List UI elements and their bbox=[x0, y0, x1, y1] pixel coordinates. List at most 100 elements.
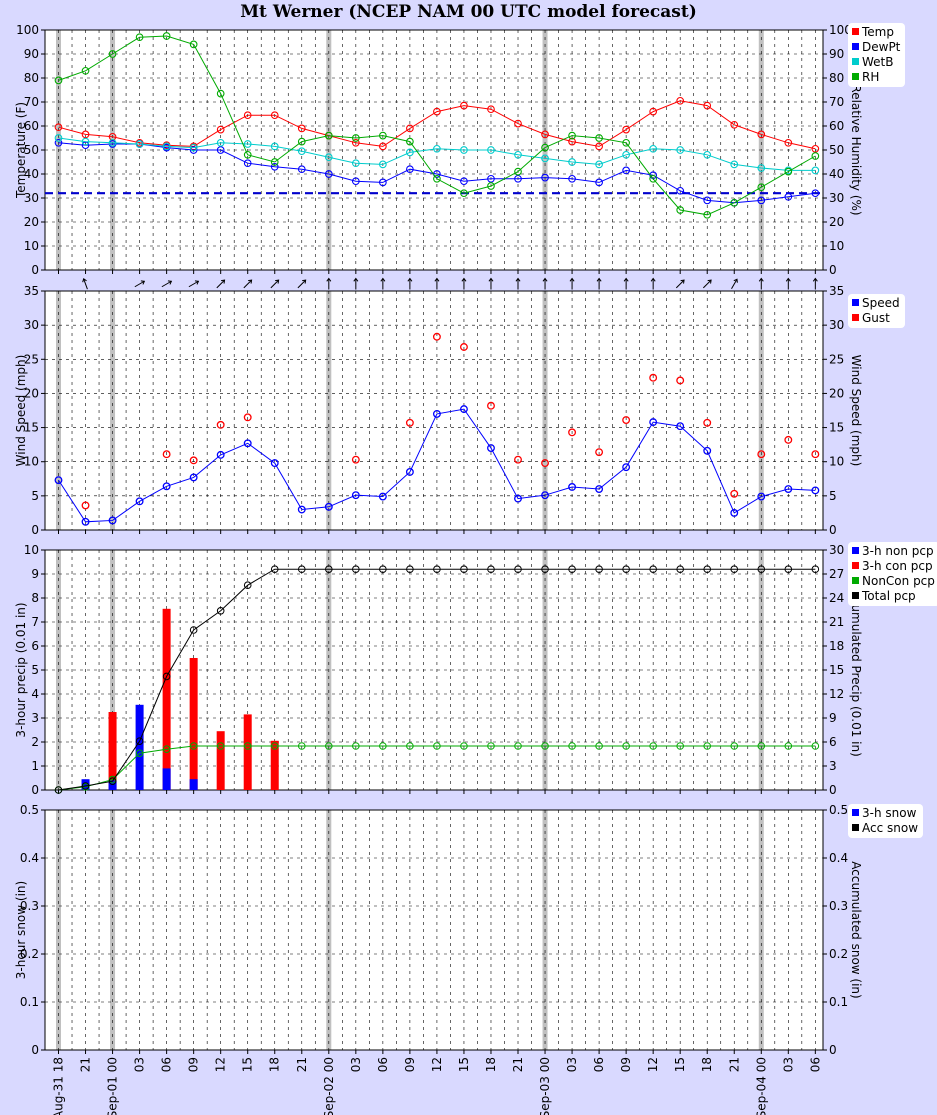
y-axis-label: Temperature (F) bbox=[14, 102, 28, 199]
wind-direction-arrow bbox=[623, 277, 629, 290]
panel-wind: 0510152025303505101520253035Wind Speed (… bbox=[14, 284, 863, 537]
wind-direction-arrow bbox=[216, 279, 226, 289]
right-tick-label: 24 bbox=[829, 591, 844, 605]
left-tick-label: 0.4 bbox=[20, 851, 39, 865]
hour-label: 03 bbox=[565, 1057, 579, 1072]
hour-label: 21 bbox=[79, 1057, 93, 1072]
wind-direction-arrow bbox=[161, 280, 173, 288]
legend-label: RH bbox=[862, 70, 880, 84]
hour-label: 12 bbox=[214, 1057, 228, 1072]
right-tick-label: 30 bbox=[829, 543, 844, 557]
left-tick-label: 0 bbox=[31, 1043, 39, 1057]
wind-arrow-shaft bbox=[675, 279, 685, 289]
right-tick-label: 80 bbox=[829, 71, 844, 85]
y-axis-label: 3-hour snow (in) bbox=[14, 881, 28, 979]
wind-arrow-shaft bbox=[297, 279, 307, 289]
date-hour-label: Sep-02 00 bbox=[322, 1057, 336, 1115]
left-tick-label: 10 bbox=[24, 239, 39, 253]
legend-label: NonCon pcp bbox=[862, 574, 935, 588]
wind-direction-arrow bbox=[326, 277, 332, 290]
legend-precip: 3-h non pcp 3-h con pcp NonCon pcp Total pc… bbox=[848, 542, 937, 606]
wind-direction-arrow bbox=[188, 280, 200, 288]
bar-3h-non-pcp bbox=[162, 768, 171, 790]
date-hour-label: Sep-01 00 bbox=[106, 1057, 120, 1115]
hour-label: 06 bbox=[592, 1057, 606, 1072]
bar-3h-con-pcp bbox=[216, 731, 225, 790]
right-tick-label: 20 bbox=[829, 386, 844, 400]
hour-label: 21 bbox=[511, 1057, 525, 1072]
date-hour-label: Aug-31 18 bbox=[52, 1057, 66, 1115]
hour-label: 09 bbox=[403, 1057, 417, 1072]
legend-swatch bbox=[852, 43, 859, 50]
right-tick-label: 5 bbox=[829, 489, 837, 503]
left-tick-label: 8 bbox=[31, 591, 39, 605]
hour-label: 03 bbox=[349, 1057, 363, 1072]
left-tick-label: 2 bbox=[31, 735, 39, 749]
wind-arrow-shaft bbox=[243, 279, 252, 289]
wind-direction-arrow bbox=[731, 278, 738, 290]
wind-direction-arrow bbox=[515, 277, 521, 290]
right-tick-label: 0 bbox=[829, 263, 837, 277]
legend-swatch bbox=[852, 809, 859, 816]
left-tick-label: 10 bbox=[24, 543, 39, 557]
left-tick-label: 4 bbox=[31, 687, 39, 701]
legend-label: Gust bbox=[862, 311, 890, 325]
left-tick-label: 0 bbox=[31, 263, 39, 277]
legend-swatch bbox=[852, 562, 859, 569]
right-tick-label: 0.1 bbox=[829, 995, 848, 1009]
left-tick-label: 0 bbox=[31, 783, 39, 797]
plot-area bbox=[45, 550, 823, 790]
meteogram-chart: 0102030405060708090100010203040506070809… bbox=[14, 23, 863, 1115]
wind-direction-arrow bbox=[243, 279, 253, 289]
panel-precipitation: 0123456789100369121518212427303-hour pre… bbox=[14, 543, 863, 797]
legend-label: 3-h con pcp bbox=[862, 559, 933, 573]
date-hour-label: Sep-04 00 bbox=[754, 1057, 768, 1115]
plot-area bbox=[45, 291, 823, 530]
right-tick-label: 70 bbox=[829, 95, 844, 109]
left-tick-label: 1 bbox=[31, 759, 39, 773]
right-tick-label: 0 bbox=[829, 523, 837, 537]
wind-direction-arrow bbox=[650, 277, 656, 290]
right-tick-label: 9 bbox=[829, 711, 837, 725]
right-tick-label: 0.2 bbox=[829, 947, 848, 961]
right-tick-label: 0.4 bbox=[829, 851, 848, 865]
wind-direction-arrow bbox=[812, 277, 818, 290]
wind-direction-arrow bbox=[702, 279, 712, 289]
left-tick-label: 5 bbox=[31, 489, 39, 503]
y-axis-label: 3-hour precip (0.01 in) bbox=[14, 602, 28, 737]
left-tick-label: 5 bbox=[31, 663, 39, 677]
legend-label: WetB bbox=[862, 55, 894, 69]
right-tick-label: 50 bbox=[829, 143, 844, 157]
right-tick-label: 30 bbox=[829, 191, 844, 205]
right-tick-label: 15 bbox=[829, 663, 844, 677]
bar-3h-con-pcp bbox=[189, 658, 198, 790]
legend-label: DewPt bbox=[862, 40, 901, 54]
wind-direction-arrow bbox=[461, 277, 467, 290]
right-tick-label: 12 bbox=[829, 687, 844, 701]
bar-3h-non-pcp bbox=[189, 779, 198, 790]
legend-entry: DewPt bbox=[852, 40, 900, 55]
wind-direction-arrow bbox=[488, 277, 494, 290]
right-tick-label: 20 bbox=[829, 215, 844, 229]
right-tick-label: 10 bbox=[829, 239, 844, 253]
legend-swatch bbox=[852, 592, 859, 599]
legend-swatch bbox=[852, 299, 859, 306]
legend-snow: 3-h snow Acc snow bbox=[848, 804, 924, 838]
wind-direction-arrow bbox=[675, 279, 685, 289]
hour-label: 21 bbox=[295, 1057, 309, 1072]
right-tick-label: 6 bbox=[829, 735, 837, 749]
bar-3h-con-pcp bbox=[162, 608, 171, 790]
hour-label: 18 bbox=[268, 1057, 282, 1072]
left-tick-label: 20 bbox=[24, 215, 39, 229]
right-tick-label: 0.5 bbox=[829, 803, 848, 817]
legend-swatch bbox=[852, 73, 859, 80]
left-tick-label: 100 bbox=[16, 23, 39, 37]
y2-axis-label: Accumulated snow (in) bbox=[849, 861, 863, 998]
legend-swatch bbox=[852, 28, 859, 35]
hour-label: 09 bbox=[619, 1057, 633, 1072]
legend-label: Temp bbox=[862, 25, 894, 39]
right-tick-label: 90 bbox=[829, 47, 844, 61]
hour-label: 06 bbox=[160, 1057, 174, 1072]
legend-entry: RH bbox=[852, 70, 900, 85]
right-tick-label: 0 bbox=[829, 783, 837, 797]
